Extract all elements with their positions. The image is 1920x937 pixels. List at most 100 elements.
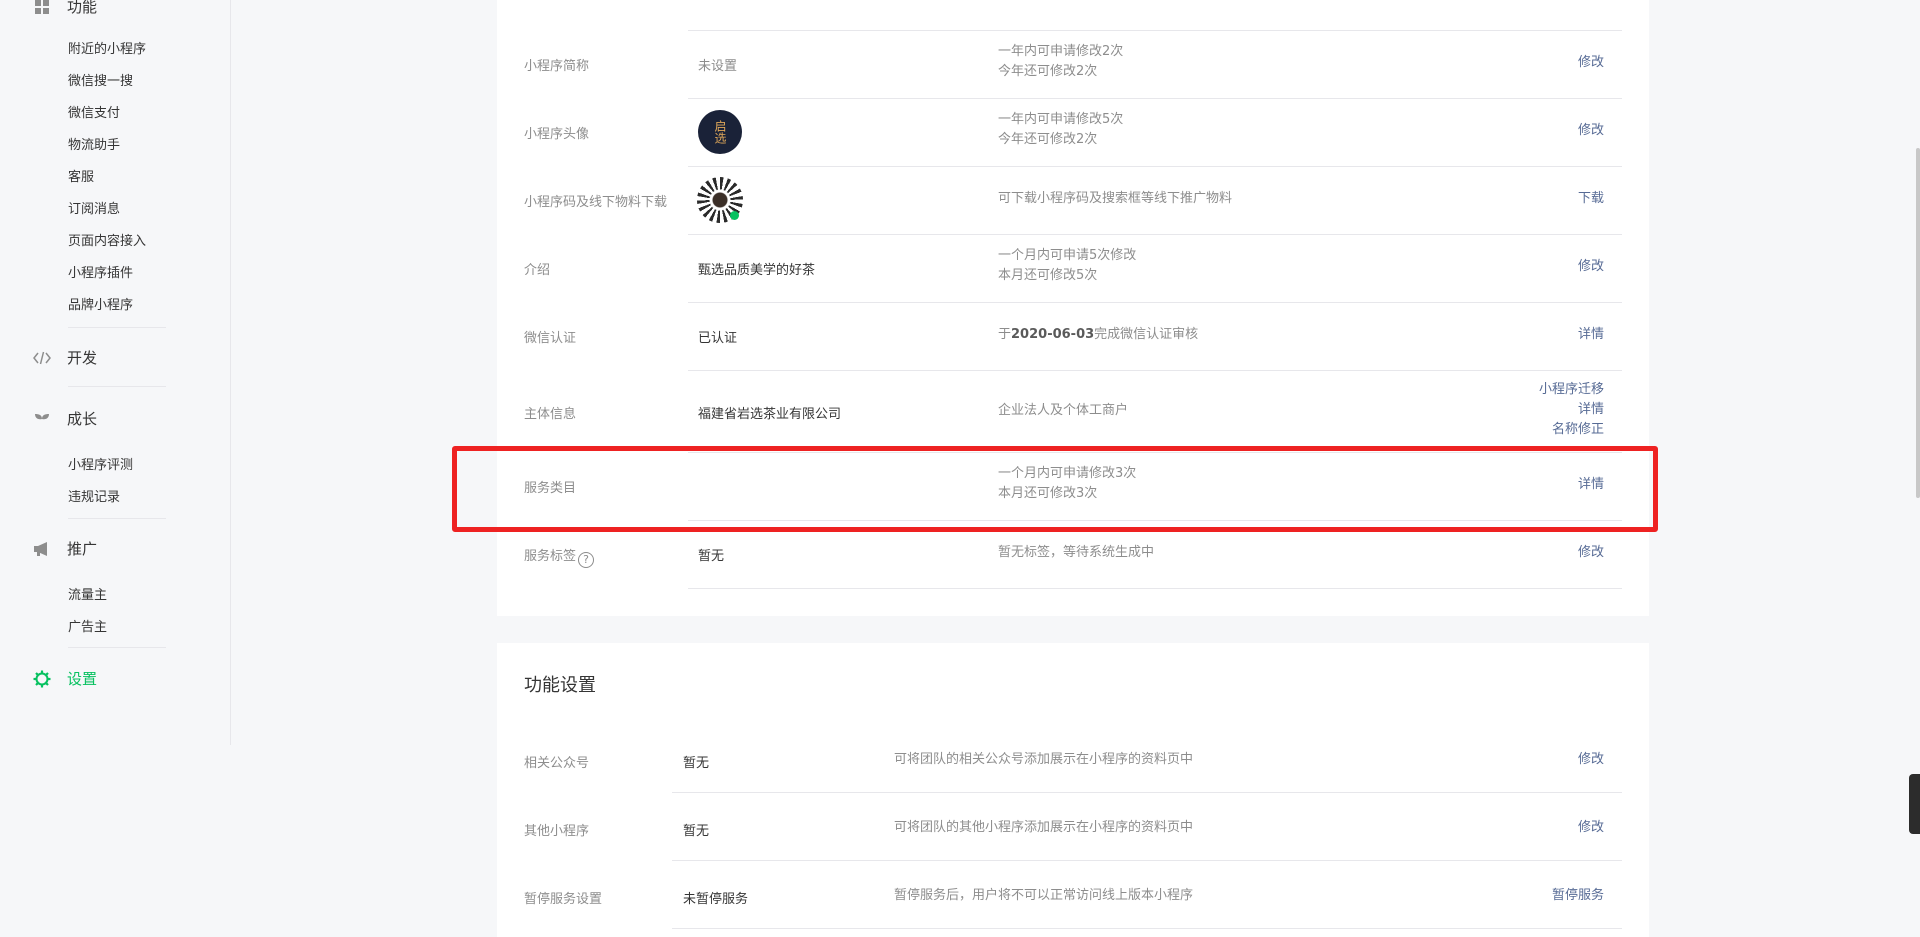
- row-value: 未暂停服务: [683, 892, 749, 907]
- avatar-text: 启选: [713, 120, 727, 144]
- nav-group-features[interactable]: 功能: [33, 0, 97, 17]
- modify-link[interactable]: 修改: [1578, 818, 1604, 838]
- divider: [68, 327, 166, 328]
- row-label: 介绍: [524, 263, 551, 278]
- nav-item-brand[interactable]: 品牌小程序: [68, 294, 133, 313]
- nav-item-content[interactable]: 页面内容接入: [68, 230, 146, 249]
- row-label: 小程序头像: [524, 127, 590, 142]
- row-value: 甄选品质美学的好茶: [698, 263, 816, 278]
- sidebar: 功能 附近的小程序 微信搜一搜 微信支付 物流助手 客服 订阅消息 页面内容接入…: [0, 0, 231, 937]
- nav-group-label: 设置: [67, 670, 98, 688]
- nav-item-violations[interactable]: 违规记录: [68, 486, 120, 505]
- mini-program-code-image: [697, 177, 743, 223]
- row-description: 可将团队的其他小程序添加展示在小程序的资料页中: [894, 820, 1194, 835]
- row-label: 暂停服务设置: [524, 892, 603, 907]
- info-row-avatar: 小程序头像 启选 一年内可申请修改5次 今年还可修改2次 修改: [524, 98, 1622, 166]
- divider: [68, 386, 166, 387]
- nav-item-evaluation[interactable]: 小程序评测: [68, 454, 133, 473]
- row-label: 小程序码及线下物料下载: [524, 195, 668, 210]
- desc-line: 一个月内可申请5次修改: [998, 248, 1137, 263]
- modify-link[interactable]: 修改: [1578, 543, 1604, 563]
- row-description: 暂无标签，等待系统生成中: [998, 543, 1154, 563]
- row-description: 可下载小程序码及搜索框等线下推广物料: [998, 189, 1232, 209]
- nav-item-plugin[interactable]: 小程序插件: [68, 262, 133, 281]
- download-link[interactable]: 下载: [1578, 189, 1604, 209]
- desc-line: 一年内可申请修改2次: [998, 44, 1124, 59]
- row-description: 于2020-06-03完成微信认证审核: [998, 325, 1198, 345]
- row-value: 暂无: [683, 824, 710, 839]
- row-value: 已认证: [698, 331, 738, 346]
- details-link[interactable]: 详情: [1539, 400, 1604, 420]
- nav-item-traffic-owner[interactable]: 流量主: [68, 584, 107, 603]
- nav-item-pay[interactable]: 微信支付: [68, 102, 120, 121]
- migrate-link[interactable]: 小程序迁移: [1539, 380, 1604, 400]
- nav-item-search[interactable]: 微信搜一搜: [68, 70, 133, 89]
- row-divider: [672, 860, 1622, 861]
- verification-date: 2020-06-03: [1011, 327, 1095, 342]
- row-value: 福建省岩选茶业有限公司: [698, 407, 842, 422]
- side-widget[interactable]: [1909, 774, 1920, 834]
- entity-actions: 小程序迁移 详情 名称修正: [1539, 380, 1604, 440]
- row-value: 未设置: [698, 59, 738, 74]
- desc-line: 本月还可修改5次: [998, 268, 1098, 283]
- nav-group-promotion[interactable]: 推广: [33, 538, 97, 559]
- details-link[interactable]: 详情: [1578, 325, 1604, 345]
- divider: [68, 518, 166, 519]
- row-label: 服务标签?: [524, 545, 595, 568]
- nav-group-growth[interactable]: 成长: [33, 408, 97, 429]
- row-description: 暂停服务后，用户将不可以正常访问线上版本小程序: [894, 888, 1194, 903]
- row-value: 暂无: [698, 549, 725, 564]
- label-text: 服务标签: [524, 549, 577, 564]
- info-row-intro: 介绍 甄选品质美学的好茶 一个月内可申请5次修改 本月还可修改5次 修改: [524, 234, 1622, 302]
- info-row-entity: 主体信息 福建省岩选茶业有限公司 企业法人及个体工商户 小程序迁移 详情 名称修…: [524, 370, 1622, 452]
- row-divider: [672, 928, 1622, 929]
- grid-icon: [33, 0, 51, 16]
- pause-service-link[interactable]: 暂停服务: [1552, 886, 1604, 906]
- scrollbar[interactable]: [1916, 148, 1920, 498]
- nav-group-label: 开发: [67, 349, 98, 367]
- nav-group-label: 功能: [67, 0, 98, 16]
- megaphone-icon: [33, 540, 51, 558]
- desc-line: 企业法人及个体工商户: [998, 403, 1129, 418]
- row-description: 一年内可申请修改5次 今年还可修改2次: [998, 110, 1123, 150]
- row-divider: [672, 792, 1622, 793]
- row-description: 一个月内可申请5次修改 本月还可修改5次: [998, 246, 1136, 286]
- row-label: 微信认证: [524, 331, 577, 346]
- row-label: 其他小程序: [524, 824, 590, 839]
- wechat-badge-icon: [730, 211, 739, 220]
- desc-line: 暂无标签，等待系统生成中: [998, 545, 1155, 560]
- nav-item-logistics[interactable]: 物流助手: [68, 134, 120, 153]
- sprout-icon: [33, 410, 51, 428]
- info-row-short-name: 小程序简称 未设置 一年内可申请修改2次 今年还可修改2次 修改: [524, 30, 1622, 98]
- info-row-verification: 微信认证 已认证 于2020-06-03完成微信认证审核 详情: [524, 302, 1622, 370]
- row-value: 暂无: [683, 756, 710, 771]
- desc-line: 一年内可申请修改5次: [998, 112, 1124, 127]
- nav-group-dev[interactable]: 开发: [33, 347, 97, 368]
- row-divider: [688, 588, 1622, 589]
- nav-item-nearby[interactable]: 附近的小程序: [68, 38, 146, 57]
- modify-link[interactable]: 修改: [1578, 257, 1604, 277]
- modify-link[interactable]: 修改: [1578, 750, 1604, 770]
- section-title: 功能设置: [524, 675, 596, 696]
- info-row-qrcode: 小程序码及线下物料下载 可下载小程序码及搜索框等线下推广物料 下载: [524, 166, 1622, 234]
- function-settings-panel: 功能设置 相关公众号 暂无 可将团队的相关公众号添加展示在小程序的资料页中 修改…: [497, 643, 1649, 937]
- desc-line: 可下载小程序码及搜索框等线下推广物料: [998, 191, 1233, 206]
- nav-item-advertiser[interactable]: 广告主: [68, 616, 107, 635]
- code-icon: [33, 349, 51, 367]
- row-label: 小程序简称: [524, 59, 590, 74]
- nav-group-label: 推广: [67, 540, 98, 558]
- divider: [68, 647, 166, 648]
- setting-row-pause-service: 暂停服务设置 未暂停服务 暂停服务后，用户将不可以正常访问线上版本小程序 暂停服…: [524, 863, 1622, 931]
- desc-line: 今年还可修改2次: [998, 64, 1098, 79]
- nav-item-customer-service[interactable]: 客服: [68, 166, 94, 185]
- help-icon[interactable]: ?: [578, 551, 595, 568]
- name-correction-link[interactable]: 名称修正: [1539, 420, 1604, 440]
- nav-item-subscribe[interactable]: 订阅消息: [68, 198, 120, 217]
- row-label: 相关公众号: [524, 756, 590, 771]
- row-description: 可将团队的相关公众号添加展示在小程序的资料页中: [894, 752, 1194, 767]
- modify-link[interactable]: 修改: [1578, 121, 1604, 141]
- nav-group-settings[interactable]: 设置: [33, 668, 97, 689]
- desc-line: 今年还可修改2次: [998, 132, 1098, 147]
- highlight-box: [452, 446, 1658, 532]
- modify-link[interactable]: 修改: [1578, 53, 1604, 73]
